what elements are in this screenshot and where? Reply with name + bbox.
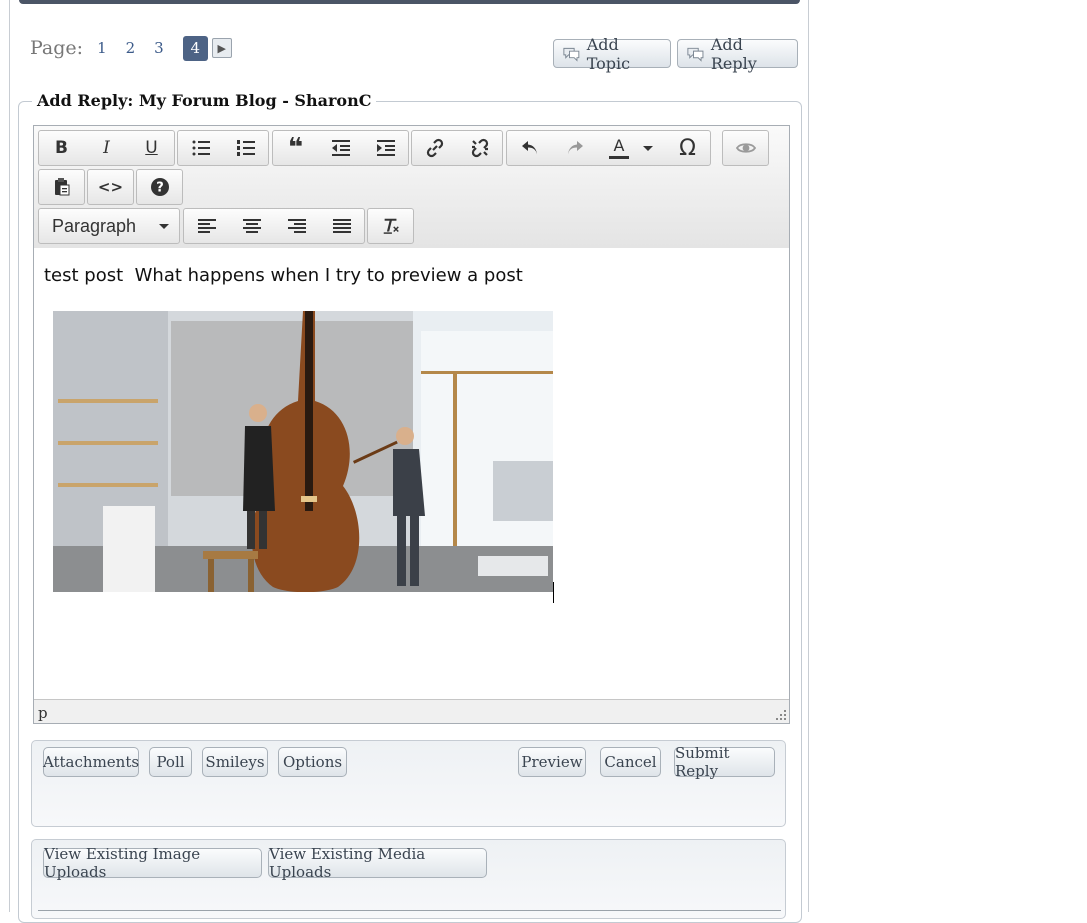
text-color-icon[interactable]: A: [597, 131, 665, 165]
italic-icon[interactable]: I: [84, 131, 129, 165]
outdent-icon[interactable]: [318, 131, 363, 165]
code-group: <>: [87, 169, 134, 205]
chevron-down-icon: [643, 145, 653, 151]
list-group: [177, 130, 269, 166]
reply-actions-panel: Attachments Poll Smileys Options Preview…: [31, 740, 786, 827]
clear-format-icon[interactable]: [368, 209, 413, 243]
add-topic-button[interactable]: Add Topic: [553, 35, 671, 73]
editor-text: test post What happens when I try to pre…: [44, 265, 523, 286]
svg-text:?: ?: [156, 181, 164, 196]
next-page-icon[interactable]: ▶: [211, 38, 232, 58]
special-char-icon[interactable]: Ω: [665, 131, 710, 165]
page-current: 4: [182, 35, 208, 61]
element-path[interactable]: p: [38, 704, 48, 722]
double-bass-photo: [53, 311, 553, 592]
text-style-group: B I U: [38, 130, 175, 166]
block-group: ❝: [272, 130, 409, 166]
preview-button[interactable]: Preview: [518, 747, 586, 777]
pager-label: Page:: [30, 37, 84, 59]
text-cursor: [553, 582, 554, 603]
chat-icon: [687, 47, 704, 62]
editor-content[interactable]: test post What happens when I try to pre…: [34, 248, 789, 698]
align-center-icon[interactable]: [229, 209, 274, 243]
add-topic-label: Add Topic: [586, 34, 631, 73]
indent-icon[interactable]: [363, 131, 408, 165]
poll-button[interactable]: Poll: [149, 747, 192, 777]
view-media-uploads-button[interactable]: View Existing Media Uploads: [268, 845, 487, 881]
justify-icon[interactable]: [319, 209, 364, 243]
format-select-group: Paragraph: [38, 208, 180, 244]
bold-icon[interactable]: B: [39, 131, 84, 165]
page-link-2[interactable]: 2: [126, 39, 136, 57]
rich-text-editor: B I U ❝ A Ω <> ? Paragraph test post Wha…: [33, 125, 790, 724]
help-icon[interactable]: ?: [137, 170, 182, 204]
uploads-panel: View Existing Image Uploads View Existin…: [31, 839, 786, 919]
history-group: A Ω: [506, 130, 711, 166]
attachments-button[interactable]: Attachments: [43, 747, 139, 777]
undo-icon[interactable]: [507, 131, 552, 165]
numbered-list-icon[interactable]: [223, 131, 268, 165]
redo-icon[interactable]: [552, 131, 597, 165]
preview-eye-icon[interactable]: [723, 131, 768, 165]
editor-statusbar: p: [34, 699, 789, 723]
paste-icon[interactable]: [39, 170, 84, 204]
add-reply-label: Add Reply: [710, 34, 757, 73]
format-select-value: Paragraph: [52, 215, 137, 236]
code-icon[interactable]: <>: [88, 170, 133, 204]
page-link-3[interactable]: 3: [154, 39, 164, 57]
link-group: [411, 130, 503, 166]
link-icon[interactable]: [412, 131, 457, 165]
clear-format-group: [367, 208, 414, 244]
smileys-button[interactable]: Smileys: [202, 747, 268, 777]
bullet-list-icon[interactable]: [178, 131, 223, 165]
chat-icon: [563, 47, 580, 62]
form-legend: Add Reply: My Forum Blog - SharonC: [32, 91, 377, 110]
page-link-1[interactable]: 1: [97, 39, 107, 57]
resize-handle-icon[interactable]: [776, 710, 786, 720]
view-image-uploads-button[interactable]: View Existing Image Uploads: [43, 845, 262, 881]
add-reply-button[interactable]: Add Reply: [677, 35, 798, 73]
align-group: [183, 208, 365, 244]
divider: [38, 910, 781, 911]
align-left-icon[interactable]: [184, 209, 229, 243]
blockquote-icon[interactable]: ❝: [273, 131, 318, 165]
format-select[interactable]: Paragraph: [39, 209, 179, 243]
underline-icon[interactable]: U: [129, 131, 174, 165]
align-right-icon[interactable]: [274, 209, 319, 243]
submit-reply-button[interactable]: Submit Reply: [674, 744, 775, 780]
unlink-icon[interactable]: [457, 131, 502, 165]
options-button[interactable]: Options: [278, 747, 347, 777]
chevron-down-icon: [159, 223, 169, 229]
preview-group: [722, 130, 769, 166]
help-group: ?: [136, 169, 183, 205]
top-bar: [19, 0, 800, 4]
embedded-image[interactable]: [53, 311, 553, 592]
pagination: Page: 1 2 3 4 ▶: [30, 34, 232, 62]
paste-group: [38, 169, 85, 205]
editor-toolbar: B I U ❝ A Ω <> ? Paragraph: [34, 126, 789, 249]
cancel-button[interactable]: Cancel: [600, 747, 661, 777]
